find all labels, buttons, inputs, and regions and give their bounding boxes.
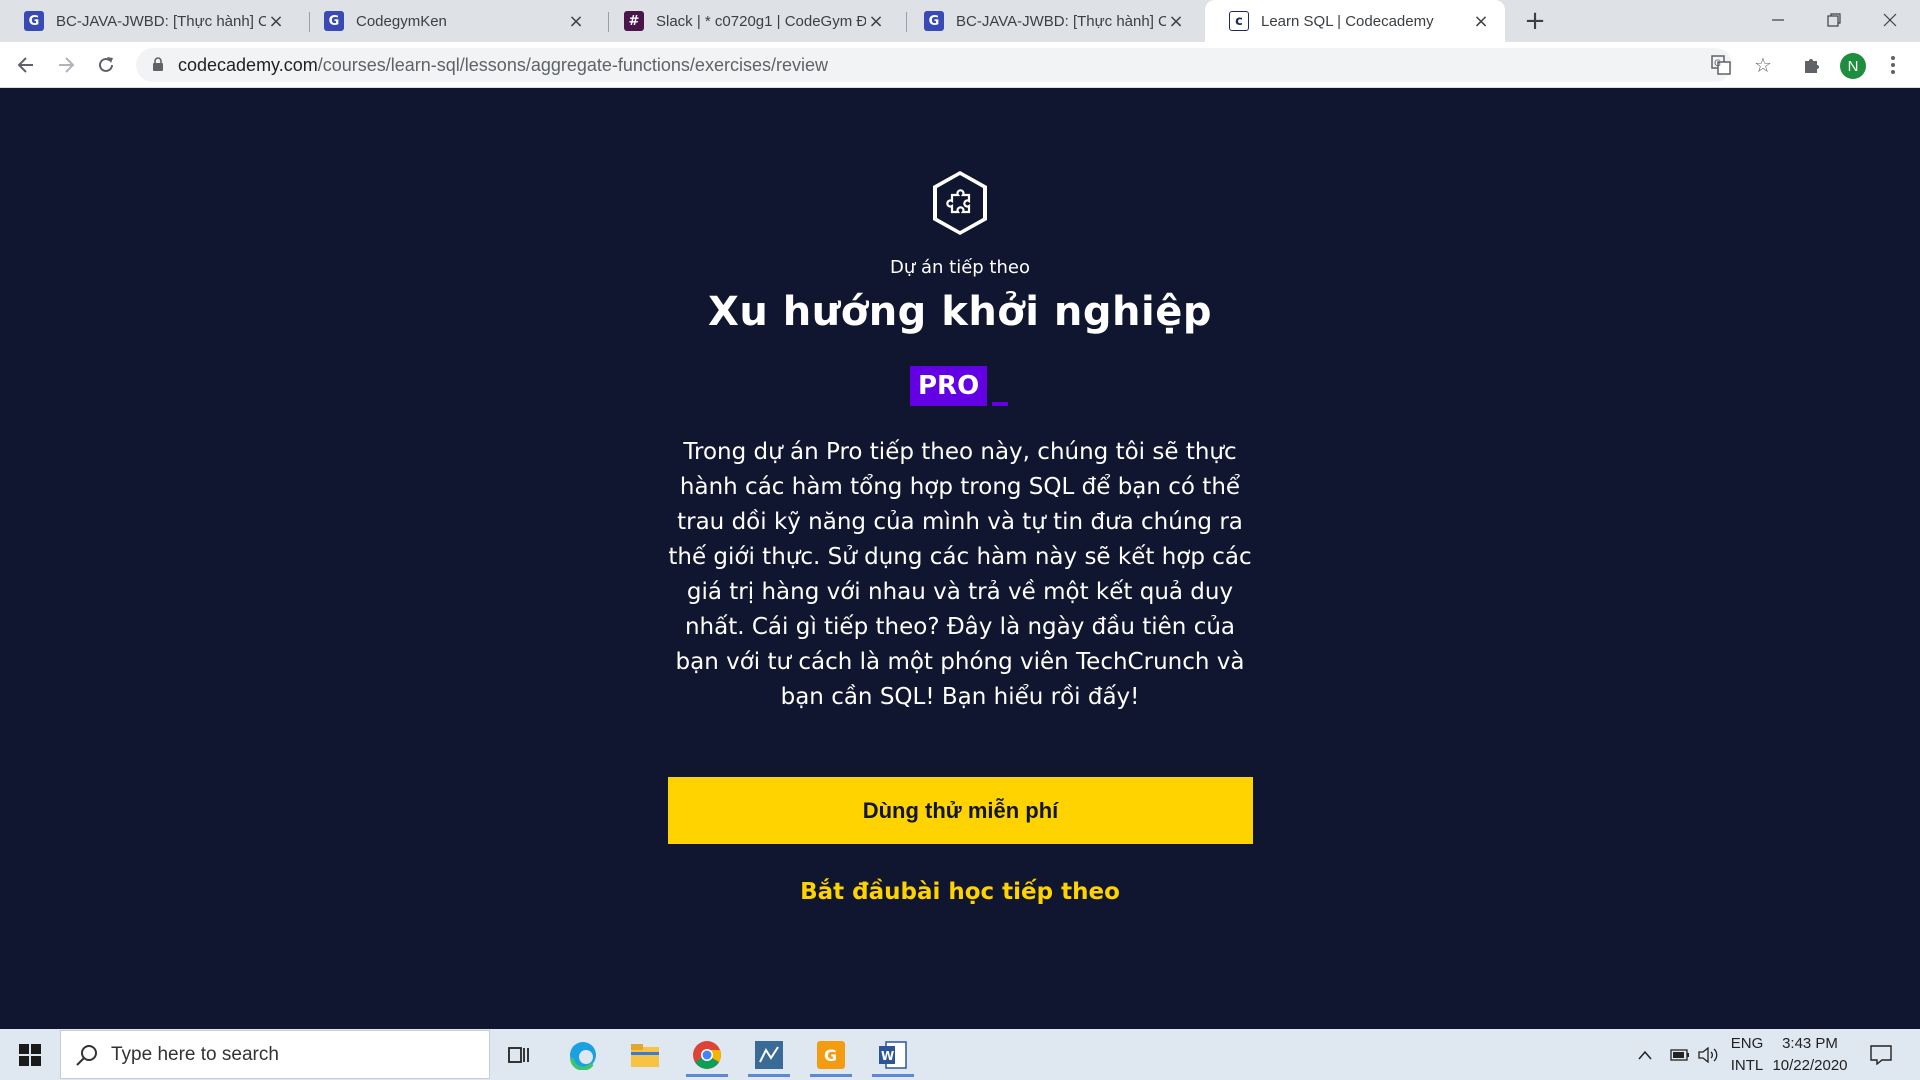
codecademy-favicon-icon: c xyxy=(1229,11,1249,31)
slack-favicon-icon: # xyxy=(624,11,644,31)
windows-logo-icon xyxy=(19,1044,41,1066)
battery-tray-button[interactable] xyxy=(1670,1029,1692,1080)
system-clock[interactable]: 3:43 PM 10/22/2020 xyxy=(1770,1033,1850,1077)
taskbar-search-input[interactable]: Type here to search xyxy=(60,1030,490,1079)
volume-tray-button[interactable] xyxy=(1698,1029,1720,1080)
close-tab-icon[interactable]: × xyxy=(866,11,886,32)
svg-text:G: G xyxy=(824,1046,837,1065)
profile-avatar[interactable]: N xyxy=(1840,53,1866,79)
star-icon: ☆ xyxy=(1754,53,1772,77)
address-bar[interactable]: codecademy.com/courses/learn-sql/lessons… xyxy=(136,48,1732,82)
back-button[interactable] xyxy=(10,49,42,81)
svg-text:W: W xyxy=(881,1049,894,1063)
tab-strip: G BC-JAVA-JWBD: [Thực hành] Các × G Code… xyxy=(0,0,1920,42)
search-placeholder: Type here to search xyxy=(111,1043,279,1065)
pro-cursor xyxy=(992,402,1008,406)
input-language-indicator[interactable]: ENG INTL xyxy=(1726,1033,1768,1077)
tab-codegymken[interactable]: G CodegymKen × xyxy=(300,0,600,42)
reload-icon xyxy=(99,57,113,72)
bookmark-button[interactable]: ☆ xyxy=(1748,50,1778,80)
task-view-icon xyxy=(508,1047,529,1063)
project-title: Xu hướng khởi nghiệp xyxy=(708,289,1212,335)
lock-icon xyxy=(153,57,163,71)
codegym-favicon-icon: G xyxy=(324,11,344,31)
extensions-button[interactable] xyxy=(1797,50,1827,80)
next-lesson-link[interactable]: Bắt đầubài học tiếp theo xyxy=(0,879,1920,905)
restore-icon xyxy=(1827,13,1841,27)
chrome-app-button[interactable] xyxy=(680,1033,734,1077)
word-app-button[interactable]: W xyxy=(866,1033,920,1077)
battery-icon xyxy=(1670,1048,1689,1061)
edge-app-button[interactable] xyxy=(556,1033,610,1077)
free-trial-button[interactable]: Dùng thử miễn phí xyxy=(668,777,1253,844)
tab-title: BC-JAVA-JWBD: [Thực hành] Các xyxy=(956,12,1166,30)
forward-arrow-icon xyxy=(59,57,75,73)
tab-slack[interactable]: # Slack | * c0720g1 | CodeGym Đà × xyxy=(600,0,900,42)
svg-text:G: G xyxy=(1714,59,1721,69)
minimize-button[interactable] xyxy=(1750,0,1806,40)
keyboard-layout: INTL xyxy=(1730,1057,1764,1074)
puzzle-extension-icon xyxy=(1805,59,1819,73)
url-host: codecademy.com xyxy=(178,54,318,75)
codegym-favicon-icon: G xyxy=(924,11,944,31)
project-description: Trong dự án Pro tiếp theo này, chúng tôi… xyxy=(668,439,1252,710)
edge-browser-icon xyxy=(570,1042,596,1070)
chrome-icon xyxy=(693,1041,721,1069)
windows-taskbar: Type here to search G W ENG INTL 3:43 PM… xyxy=(0,1029,1920,1080)
search-icon xyxy=(76,1045,97,1066)
minimize-icon xyxy=(1772,19,1784,21)
back-arrow-icon xyxy=(17,57,33,73)
word-icon: W xyxy=(879,1041,907,1069)
eyebrow-label: Dự án tiếp theo xyxy=(890,257,1030,278)
browser-toolbar: codecademy.com/courses/learn-sql/lessons… xyxy=(0,42,1920,88)
start-button[interactable] xyxy=(8,1037,52,1073)
url-path: /courses/learn-sql/lessons/aggregate-fun… xyxy=(317,54,828,75)
codegym-favicon-icon: G xyxy=(24,11,44,31)
new-tab-button[interactable]: + xyxy=(1518,4,1552,38)
mysql-workbench-button[interactable] xyxy=(742,1033,796,1077)
close-tab-icon[interactable]: × xyxy=(266,11,286,32)
clock-time: 3:43 PM xyxy=(1782,1035,1838,1052)
translate-icon: G xyxy=(1711,55,1731,75)
notification-center-icon xyxy=(1870,1044,1892,1065)
close-window-button[interactable] xyxy=(1862,0,1918,40)
file-explorer-button[interactable] xyxy=(618,1033,672,1077)
tab-title: BC-JAVA-JWBD: [Thực hành] Các xyxy=(56,12,266,30)
tab-title: Learn SQL | Codecademy xyxy=(1261,12,1434,30)
database-app-icon xyxy=(755,1041,783,1069)
forward-button[interactable] xyxy=(50,49,82,81)
close-tab-icon[interactable]: × xyxy=(1471,11,1491,32)
menu-button[interactable] xyxy=(1878,50,1908,80)
reload-button[interactable] xyxy=(90,49,122,81)
close-icon xyxy=(1883,13,1897,27)
close-tab-icon[interactable]: × xyxy=(566,11,586,32)
tab-bc-java-2[interactable]: G BC-JAVA-JWBD: [Thực hành] Các × xyxy=(900,0,1200,42)
tab-title: Slack | * c0720g1 | CodeGym Đà xyxy=(656,12,866,30)
close-tab-icon[interactable]: × xyxy=(1166,11,1186,32)
speaker-icon xyxy=(1698,1046,1718,1063)
task-view-button[interactable] xyxy=(492,1033,546,1077)
tab-bc-java-1[interactable]: G BC-JAVA-JWBD: [Thực hành] Các × xyxy=(0,0,300,42)
translate-button[interactable]: G xyxy=(1706,50,1736,80)
language-code: ENG xyxy=(1730,1035,1764,1052)
pdf-app-button[interactable]: G xyxy=(804,1033,858,1077)
puzzle-piece-hexagon-icon xyxy=(933,171,987,235)
restore-button[interactable] xyxy=(1806,0,1862,40)
pro-badge: PRO xyxy=(910,366,988,406)
tab-title: CodegymKen xyxy=(356,12,447,30)
tab-learn-sql[interactable]: c Learn SQL | Codecademy × xyxy=(1205,0,1505,42)
clock-date: 10/22/2020 xyxy=(1772,1057,1848,1074)
show-hidden-icons-button[interactable] xyxy=(1638,1029,1658,1080)
pdf-reader-icon: G xyxy=(817,1041,845,1069)
kebab-menu-icon xyxy=(1891,56,1895,74)
review-page: Dự án tiếp theo Xu hướng khởi nghiệp PRO… xyxy=(0,89,1920,1029)
notifications-button[interactable] xyxy=(1866,1029,1896,1080)
chevron-up-icon xyxy=(1638,1050,1652,1059)
folder-icon xyxy=(631,1044,659,1067)
